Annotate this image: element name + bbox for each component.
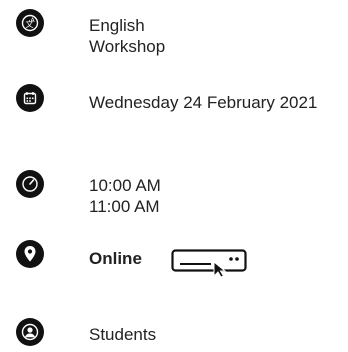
- user-icon: [16, 318, 44, 346]
- clock-icon: [16, 170, 44, 198]
- event-location: Online: [89, 249, 142, 268]
- event-category-line1: English: [89, 16, 145, 35]
- calendar-icon: [16, 84, 44, 112]
- event-time-end: 11:00 AM: [89, 197, 160, 216]
- language-translate-icon: 文 A: [16, 9, 44, 37]
- event-date: Wednesday 24 February 2021: [89, 93, 318, 112]
- event-audience: Students: [89, 325, 157, 344]
- location-pin-icon: [16, 240, 44, 268]
- event-category-line2: Workshop: [89, 37, 166, 56]
- online-join-icon[interactable]: [171, 249, 247, 278]
- event-time-start: 10:00 AM: [89, 176, 161, 195]
